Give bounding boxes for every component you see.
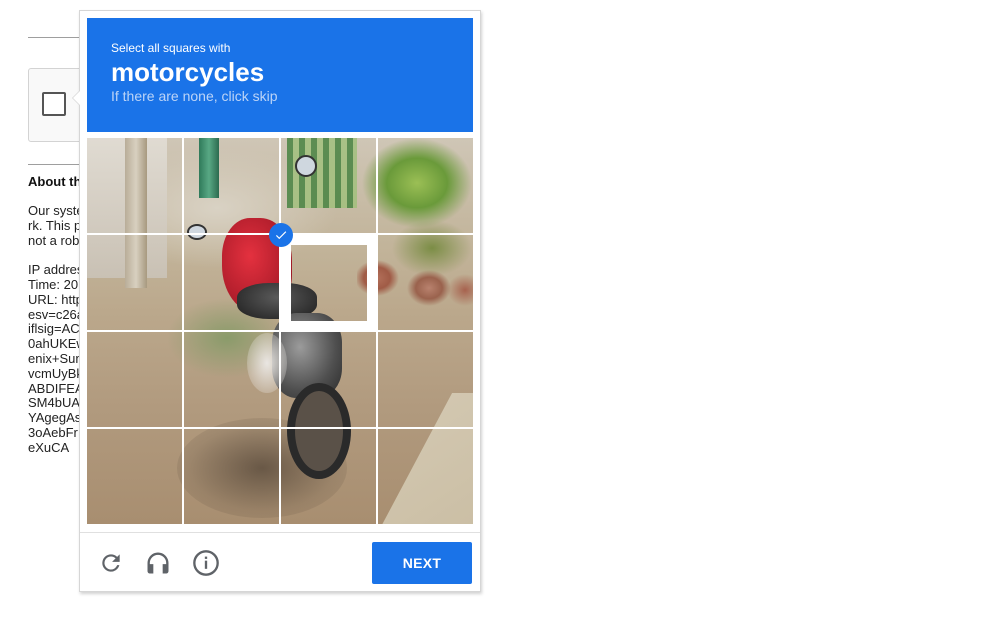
grid-tile[interactable] (378, 332, 473, 428)
grid-tile[interactable] (281, 138, 377, 234)
challenge-header: Select all squares with motorcycles If t… (87, 18, 473, 132)
grid-tile[interactable] (184, 235, 280, 331)
image-grid (87, 138, 473, 524)
grid-tile[interactable] (184, 332, 280, 428)
divider-top (28, 37, 80, 38)
grid-tile[interactable] (281, 429, 377, 524)
grid-line (87, 330, 473, 332)
recaptcha-challenge: Select all squares with motorcycles If t… (72, 10, 481, 592)
grid-tile[interactable] (87, 332, 183, 428)
grid-tile[interactable] (281, 332, 377, 428)
grid-tile[interactable] (87, 235, 183, 331)
grid-tile[interactable] (378, 138, 473, 234)
grid-tile[interactable] (87, 429, 183, 524)
challenge-hint: If there are none, click skip (111, 88, 278, 104)
next-button[interactable]: NEXT (372, 542, 472, 584)
recaptcha-checkbox[interactable] (42, 92, 66, 116)
grid-tile[interactable] (87, 138, 183, 234)
info-icon[interactable] (191, 548, 221, 578)
divider-middle (28, 164, 80, 165)
headphones-icon[interactable] (143, 548, 173, 578)
grid-line (87, 427, 473, 429)
checkmark-icon (269, 223, 293, 247)
about-text: Our syste rk. This p not a rob IP addres… (28, 204, 80, 455)
grid-tile[interactable] (378, 235, 473, 331)
grid-tile[interactable] (281, 235, 377, 331)
challenge-footer: NEXT (80, 532, 480, 592)
grid-tile[interactable] (378, 429, 473, 524)
about-heading: About th (28, 174, 82, 189)
grid-tile[interactable] (184, 138, 280, 234)
challenge-instruction: Select all squares with (111, 41, 231, 55)
reload-icon[interactable] (96, 548, 126, 578)
challenge-target: motorcycles (111, 57, 265, 87)
grid-tile[interactable] (184, 429, 280, 524)
